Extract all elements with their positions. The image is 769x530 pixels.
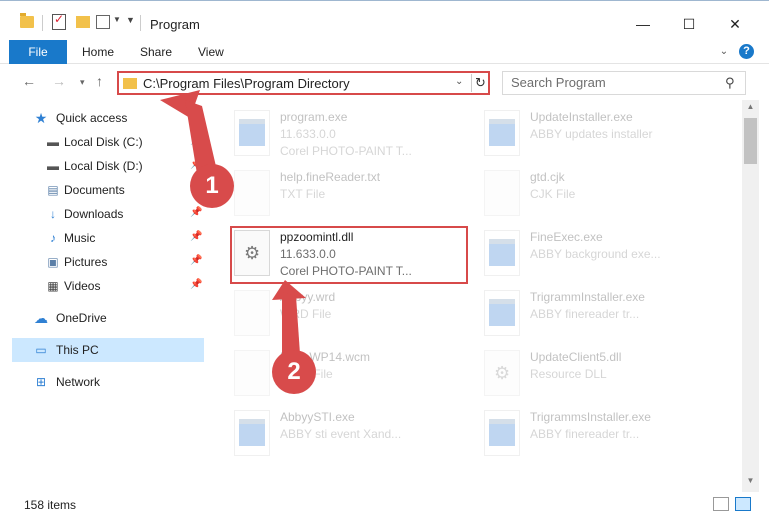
scroll-up-icon[interactable]: ▲ xyxy=(742,102,759,111)
scroll-down-icon[interactable]: ▼ xyxy=(742,476,759,485)
annotation-arrows xyxy=(160,90,306,356)
details-view-icon[interactable] xyxy=(713,497,729,511)
step-2-badge: 2 xyxy=(272,350,316,394)
scrollbar-thumb[interactable] xyxy=(744,118,757,164)
vertical-scrollbar[interactable]: ▲ ▼ xyxy=(742,100,759,492)
status-bar: 158 items xyxy=(0,492,769,530)
arrow-2 xyxy=(272,280,306,356)
large-icons-view-icon[interactable] xyxy=(735,497,751,511)
step-1-badge: 1 xyxy=(190,164,234,208)
item-count: 158 items xyxy=(24,498,77,512)
